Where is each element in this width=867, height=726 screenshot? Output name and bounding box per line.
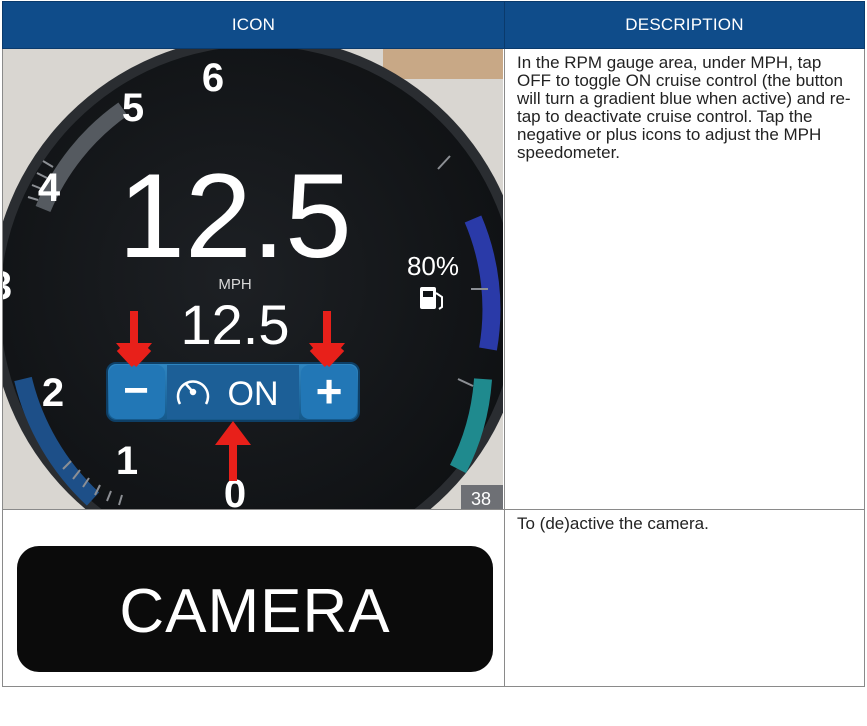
speed-unit: MPH — [218, 276, 251, 293]
cruise-set-speed: 12.5 — [181, 293, 290, 356]
minus-icon: − — [123, 366, 149, 415]
rpm-tick-2: 2 — [42, 371, 64, 415]
rpm-tick-1: 1 — [116, 439, 138, 483]
cruise-state-label: ON — [228, 375, 279, 413]
table-row: CAMERA To (de)active the camera. — [2, 509, 865, 687]
camera-image: CAMERA — [3, 510, 503, 686]
header-description: DESCRIPTION — [504, 1, 865, 49]
plus-icon: + — [316, 365, 343, 417]
rpm-tick-6: 6 — [202, 56, 224, 100]
document-page: ICON DESCRIPTION 6 5 4 2 1 0 12.5 MPH 12… — [0, 0, 867, 726]
table-row: 6 5 4 3 2 1 0 12.5 MPH 12.5 80% — [2, 48, 865, 510]
description-text: To (de)active the camera. — [517, 514, 709, 533]
fuel-percent: 80% — [407, 251, 459, 281]
rpm-tick-3: 3 — [3, 264, 12, 308]
corner-number: 38 — [471, 489, 491, 509]
header-icon: ICON — [2, 1, 505, 49]
description-text: In the RPM gauge area, under MPH, tap OF… — [517, 53, 851, 162]
rpm-tick-5: 5 — [122, 86, 144, 130]
icon-description-table: ICON DESCRIPTION 6 5 4 2 1 0 12.5 MPH 12… — [2, 1, 865, 687]
camera-label: CAMERA — [119, 577, 390, 646]
table-header-row: ICON DESCRIPTION — [2, 1, 865, 49]
description-cell: To (de)active the camera. — [504, 509, 865, 687]
speed-readout: 12.5 — [118, 149, 352, 283]
gauge-image: 6 5 4 3 2 1 0 12.5 MPH 12.5 80% — [3, 49, 503, 509]
rpm-tick-4: 4 — [38, 166, 61, 210]
description-cell: In the RPM gauge area, under MPH, tap OF… — [504, 48, 865, 510]
gauge-image-cell: 6 5 4 3 2 1 0 12.5 MPH 12.5 80% — [2, 48, 505, 510]
camera-image-cell: CAMERA — [2, 509, 505, 687]
